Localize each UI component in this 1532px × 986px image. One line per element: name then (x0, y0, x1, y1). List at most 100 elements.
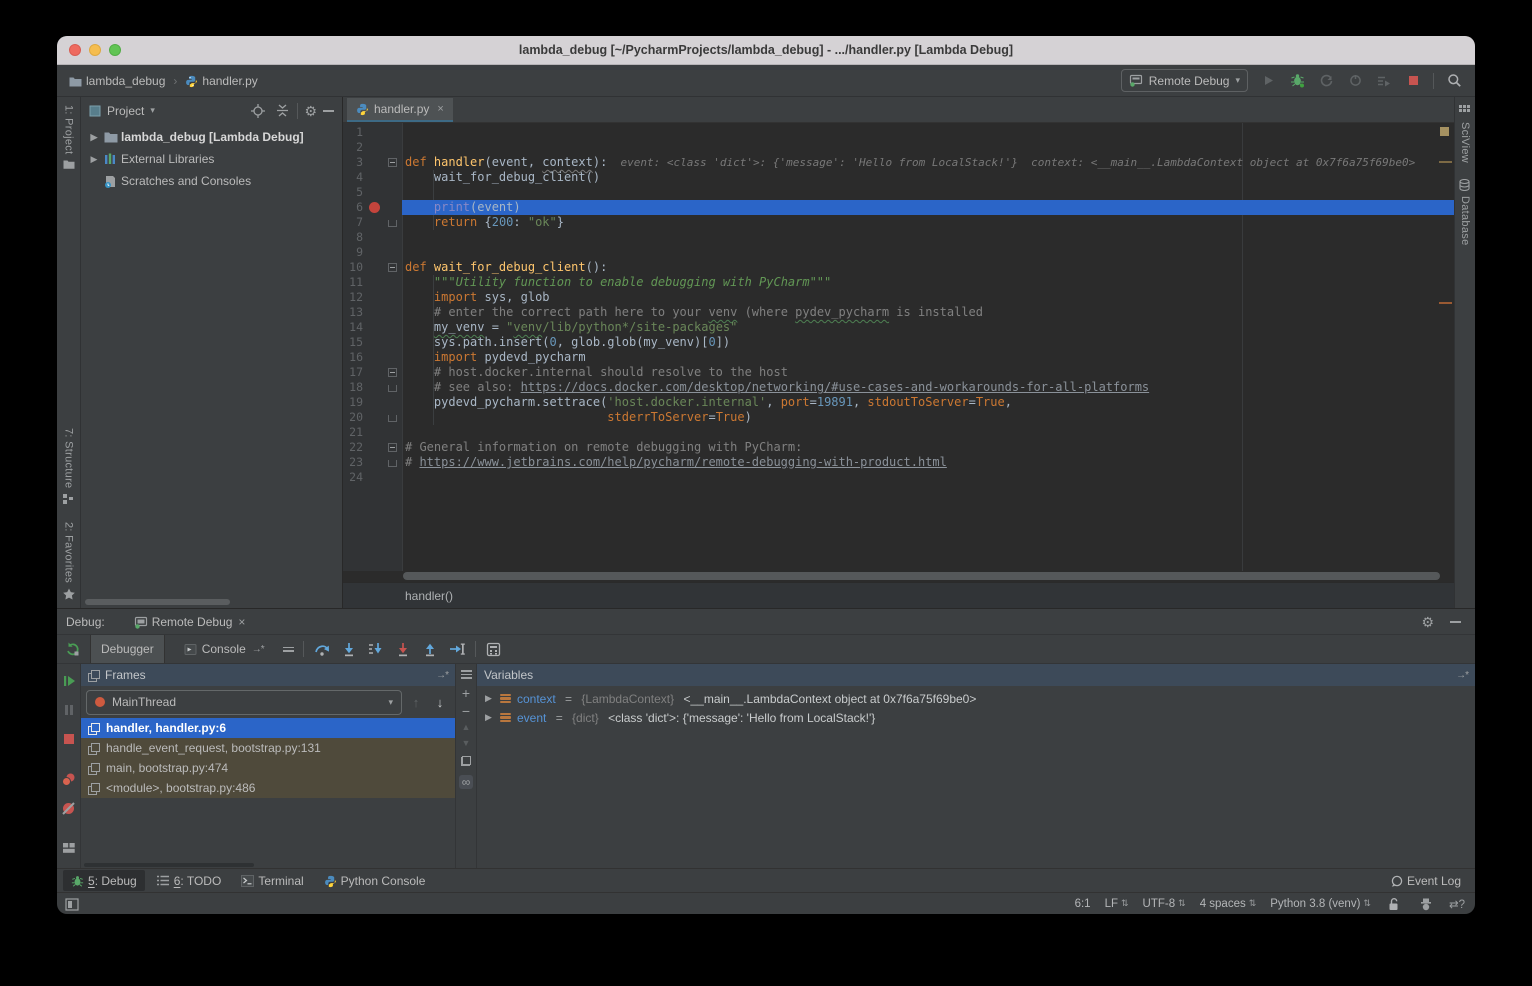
project-view-title[interactable]: Project (107, 104, 144, 118)
step-into-button[interactable] (340, 640, 358, 658)
code-line[interactable]: 9 (343, 245, 1454, 260)
code-line[interactable]: 13 # enter the correct path here to your… (343, 305, 1454, 320)
stack-frame-row[interactable]: <module>, bootstrap.py:486 (81, 778, 455, 798)
watches-menu-icon[interactable] (461, 670, 472, 679)
line-number[interactable]: 1 (343, 125, 363, 140)
run-to-cursor-button[interactable] (448, 640, 466, 658)
editor-hscrollbar-thumb[interactable] (403, 572, 1440, 580)
project-tree-item[interactable]: ▶External Libraries (81, 148, 342, 170)
tab-debugger[interactable]: Debugger (90, 635, 165, 663)
pin-icon[interactable]: →* (436, 670, 448, 681)
code-line[interactable]: 12 import sys, glob (343, 290, 1454, 305)
tool-stripe-structure[interactable]: 7: Structure (63, 420, 75, 513)
fold-end-icon[interactable] (388, 415, 397, 422)
duplicate-watch-button[interactable] (461, 756, 471, 766)
breadcrumb-scope[interactable]: handler() (405, 589, 453, 603)
code-line[interactable]: 4 wait_for_debug_client() (343, 170, 1454, 185)
code-line[interactable]: 5 (343, 185, 1454, 200)
stop-button[interactable] (60, 730, 78, 748)
show-watches-toggle[interactable]: ∞ (459, 775, 474, 789)
frames-hscrollbar[interactable] (84, 863, 254, 867)
stack-frame-row[interactable]: main, bootstrap.py:474 (81, 758, 455, 778)
view-breakpoints-button[interactable] (60, 770, 78, 788)
gear-icon[interactable]: ⚙ (304, 104, 317, 118)
code-line[interactable]: 21 (343, 425, 1454, 440)
pin-icon[interactable]: →* (1456, 670, 1468, 681)
code-line[interactable]: 3def handler(event, context): event: <cl… (343, 155, 1454, 170)
tab-console[interactable]: Console →* (174, 635, 274, 663)
force-step-into-button[interactable] (367, 640, 385, 658)
resume-button[interactable] (60, 672, 78, 690)
status-item-utf-8[interactable]: UTF-8⇅ (1143, 898, 1186, 910)
stack-frame-row[interactable]: handler, handler.py:6 (81, 718, 455, 738)
layout-menu-icon[interactable] (283, 647, 294, 652)
run-button[interactable] (1259, 72, 1277, 90)
search-everywhere-button[interactable] (1445, 72, 1463, 90)
tool-window-button----debug[interactable]: 5: Debug (63, 870, 145, 891)
line-number[interactable]: 21 (343, 425, 363, 440)
fold-collapse-icon[interactable] (388, 368, 397, 377)
line-number[interactable]: 24 (343, 470, 363, 485)
code-line[interactable]: 23# https://www.jetbrains.com/help/pycha… (343, 455, 1454, 470)
breadcrumb-file[interactable]: handler.py (202, 74, 257, 88)
line-number[interactable]: 11 (343, 275, 363, 290)
collapse-all-button[interactable] (273, 102, 291, 120)
line-number[interactable]: 20 (343, 410, 363, 425)
line-number[interactable]: 3 (343, 155, 363, 170)
line-number[interactable]: 2 (343, 140, 363, 155)
fold-end-icon[interactable] (388, 220, 397, 227)
thread-selector[interactable]: MainThread ▾ (86, 690, 402, 715)
line-number[interactable]: 5 (343, 185, 363, 200)
project-hscrollbar[interactable] (85, 599, 230, 605)
step-out-of-block-button[interactable] (394, 640, 412, 658)
line-number[interactable]: 12 (343, 290, 363, 305)
line-number[interactable]: 17 (343, 365, 363, 380)
highlighting-level-icon[interactable] (1417, 895, 1435, 913)
expand-arrow-icon[interactable]: ▶ (89, 154, 99, 165)
code-line[interactable]: 24 (343, 470, 1454, 485)
lock-icon[interactable] (1385, 895, 1403, 913)
locate-file-button[interactable] (249, 102, 267, 120)
evaluate-expression-button[interactable] (485, 640, 503, 658)
editor-hscrollbar[interactable] (343, 571, 1454, 582)
stop-button[interactable] (1404, 72, 1422, 90)
code-line[interactable]: 8 (343, 230, 1454, 245)
fold-end-icon[interactable] (388, 385, 397, 392)
minimize-window-button[interactable] (89, 44, 101, 56)
coverage-button[interactable] (1346, 72, 1364, 90)
fold-collapse-icon[interactable] (388, 158, 397, 167)
expand-arrow-icon[interactable]: ▶ (485, 693, 494, 704)
tool-window-switcher-icon[interactable] (65, 898, 77, 910)
project-tree-item[interactable]: ▶lambda_debug [Lambda Debug] (81, 126, 342, 148)
close-icon[interactable]: × (437, 103, 443, 115)
line-number[interactable]: 16 (343, 350, 363, 365)
line-number[interactable]: 7 (343, 215, 363, 230)
line-number[interactable]: 9 (343, 245, 363, 260)
close-icon[interactable]: × (238, 615, 245, 629)
tool-window-button-terminal[interactable]: Terminal (233, 870, 311, 891)
zoom-window-button[interactable] (109, 44, 121, 56)
code-line[interactable]: 10def wait_for_debug_client(): (343, 260, 1454, 275)
move-watch-down-button[interactable]: ▼ (462, 740, 471, 747)
mute-breakpoints-button[interactable] (60, 799, 78, 817)
code-line[interactable]: 2 (343, 140, 1454, 155)
variable-row[interactable]: ▶event = {dict} <class 'dict'>: {'messag… (477, 708, 1475, 727)
run-with-options-button[interactable] (1375, 72, 1393, 90)
line-number[interactable]: 13 (343, 305, 363, 320)
tool-stripe-project[interactable]: 1: Project (63, 97, 75, 179)
previous-frame-button[interactable]: ↑ (406, 695, 426, 710)
move-watch-up-button[interactable]: ▲ (462, 724, 471, 731)
debug-button[interactable] (1288, 72, 1306, 90)
code-line[interactable]: 7 return {200: "ok"} (343, 215, 1454, 230)
gear-icon[interactable]: ⚙ (1421, 615, 1434, 629)
code-line[interactable]: 20 stderrToServer=True) (343, 410, 1454, 425)
line-number[interactable]: 4 (343, 170, 363, 185)
profiler-button[interactable] (1317, 72, 1335, 90)
chevron-down-icon[interactable]: ▾ (150, 105, 155, 116)
code-line[interactable]: 22# General information on remote debugg… (343, 440, 1454, 455)
status-item-lf[interactable]: LF⇅ (1105, 898, 1129, 910)
tool-window-button-python-console[interactable]: Python Console (316, 870, 434, 891)
debug-session-tab[interactable]: Remote Debug × (127, 609, 253, 634)
restore-layout-button[interactable] (60, 839, 78, 857)
expand-arrow-icon[interactable]: ▶ (485, 712, 494, 723)
